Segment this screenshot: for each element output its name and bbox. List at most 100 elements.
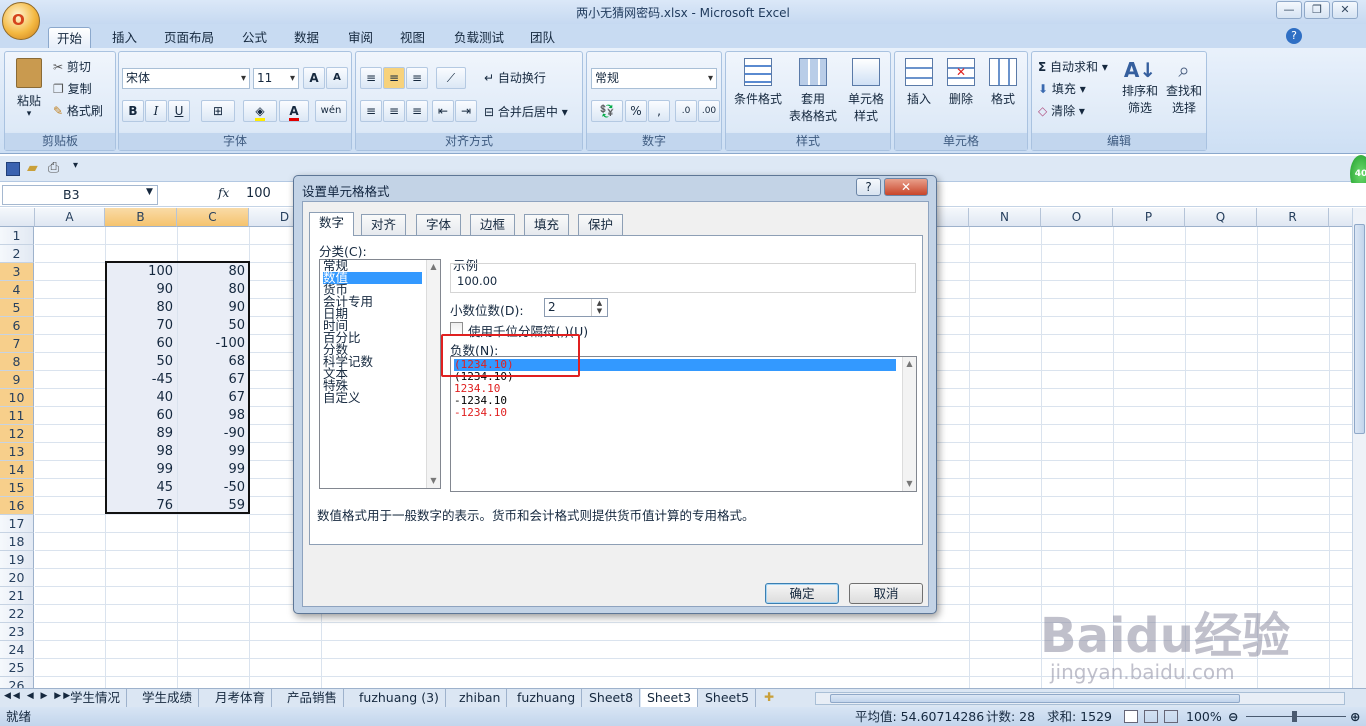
row-header-4[interactable]: 4 [0,281,34,299]
scroll-down-icon[interactable]: ▼ [903,477,916,491]
select-all-corner[interactable] [0,208,35,227]
align-left-icon[interactable]: ≡ [360,100,382,122]
delete-cells-button[interactable]: ✕ 删除 [941,58,981,107]
print-icon[interactable]: ⎙ [48,160,59,176]
zoom-slider-handle[interactable] [1292,711,1297,722]
tab-team[interactable]: 团队 [522,27,563,48]
negative-option[interactable]: -1234.10 [454,407,507,419]
row-header-16[interactable]: 16 [0,497,34,515]
percent-button[interactable]: % [625,100,647,122]
category-scrollbar[interactable]: ▲ ▼ [426,260,440,488]
font-color-button[interactable]: A [279,100,309,122]
increase-decimal-icon[interactable]: .0 [675,100,697,122]
merge-center-button[interactable]: ⊟ 合并后居中 ▾ [484,103,568,120]
zoom-in-icon[interactable]: ⊕ [1350,707,1360,726]
category-list[interactable]: 常规 数值 货币 会计专用 日期 时间 百分比 分数 科学记数 文本 特殊 自定… [319,259,441,489]
tab-formulas[interactable]: 公式 [234,27,275,48]
align-top-icon[interactable]: ≡ [360,67,382,89]
tab-page-layout[interactable]: 页面布局 [156,27,222,48]
row-header-20[interactable]: 20 [0,569,34,587]
clear-button[interactable]: ◇ 清除 ▾ [1038,102,1085,119]
sheet-tab-active[interactable]: Sheet3 [641,689,699,707]
dialog-tab-number[interactable]: 数字 [309,212,355,236]
row-header-15[interactable]: 15 [0,479,34,497]
tab-view[interactable]: 视图 [392,27,433,48]
format-painter-button[interactable]: ✎ 格式刷 [53,102,103,119]
row-header-23[interactable]: 23 [0,623,34,641]
zoom-level[interactable]: 100% [1186,707,1222,726]
row-header-3[interactable]: 3 [0,263,34,281]
tab-insert[interactable]: 插入 [104,27,145,48]
sheet-tab[interactable]: fuzhuang [511,689,583,707]
cut-button[interactable]: ✂ 剪切 [53,58,91,75]
horizontal-scrollbar-thumb[interactable] [830,694,1240,703]
row-header-11[interactable]: 11 [0,407,34,425]
dialog-tab-border[interactable]: 边框 [470,214,516,235]
wrap-text-button[interactable]: ↵ 自动换行 [484,69,546,86]
format-as-table-button[interactable]: 套用 表格格式 [788,58,838,124]
close-button[interactable]: ✕ [1332,1,1358,19]
dialog-tab-alignment[interactable]: 对齐 [361,214,407,235]
formula-input[interactable]: 100 [246,186,271,201]
decimal-places-value[interactable]: 2 [548,300,556,314]
phonetic-button[interactable]: wén [315,100,347,122]
column-header-b[interactable]: B [105,208,177,227]
dialog-tab-protection[interactable]: 保护 [578,214,624,235]
decimal-places-spinner[interactable]: 2 ▲ ▼ [544,298,608,317]
border-button[interactable]: ⊞ [201,100,235,122]
align-right-icon[interactable]: ≡ [406,100,428,122]
column-header-c[interactable]: C [177,208,249,227]
insert-cells-button[interactable]: 插入 [899,58,939,107]
zoom-out-icon[interactable]: ⊖ [1228,707,1238,726]
scroll-down-icon[interactable]: ▼ [427,474,440,488]
font-family-select[interactable]: 宋体 [122,68,250,89]
format-cells-button[interactable]: 格式 [983,58,1023,107]
sort-filter-button[interactable]: A↓ 排序和 筛选 [1120,58,1160,116]
align-middle-icon[interactable]: ≡ [383,67,405,89]
row-header-14[interactable]: 14 [0,461,34,479]
row-header-9[interactable]: 9 [0,371,34,389]
row-header-1[interactable]: 1 [0,227,34,245]
autosum-button[interactable]: Σ 自动求和 ▾ [1038,58,1108,75]
align-bottom-icon[interactable]: ≡ [406,67,428,89]
sheet-tab[interactable]: 学生成绩 [136,689,200,707]
open-folder-icon[interactable]: ▰ [27,160,38,176]
name-box[interactable]: B3 [2,185,158,205]
italic-button[interactable]: I [145,100,167,122]
normal-view-icon[interactable] [1124,710,1138,723]
row-header-24[interactable]: 24 [0,641,34,659]
sheet-tab[interactable]: 产品销售 [281,689,345,707]
insert-sheet-icon[interactable]: ✚ [764,690,774,704]
font-size-select[interactable]: 11 [253,68,299,89]
bold-button[interactable]: B [122,100,144,122]
underline-button[interactable]: U [168,100,190,122]
tab-data[interactable]: 数据 [286,27,327,48]
save-icon[interactable] [6,162,20,176]
row-header-10[interactable]: 10 [0,389,34,407]
row-header-25[interactable]: 25 [0,659,34,677]
dialog-tab-font[interactable]: 字体 [416,214,462,235]
name-box-dropdown-icon[interactable]: ▼ [146,187,153,197]
page-layout-view-icon[interactable] [1144,710,1158,723]
sheet-tab[interactable]: fuzhuang (3) [353,689,446,707]
dialog-help-button[interactable]: ? [856,178,881,196]
tab-load-test[interactable]: 负载测试 [446,27,512,48]
grow-font-button[interactable]: A [303,67,325,89]
conditional-format-button[interactable]: 条件格式 [730,58,786,107]
column-header-r[interactable]: R [1257,208,1329,227]
paste-button[interactable]: 粘贴 ▾ [11,56,47,126]
minimize-button[interactable]: — [1276,1,1302,19]
sheet-tab[interactable]: zhiban [453,689,508,707]
page-break-view-icon[interactable] [1164,710,1178,723]
dialog-tab-fill[interactable]: 填充 [524,214,570,235]
column-header-q[interactable]: Q [1185,208,1257,227]
negative-list-scrollbar[interactable]: ▲ ▼ [902,357,916,491]
decrease-indent-icon[interactable]: ⇤ [432,100,454,122]
customize-qat-icon[interactable]: ▾ [73,160,78,171]
row-header-6[interactable]: 6 [0,317,34,335]
row-header-2[interactable]: 2 [0,245,34,263]
sheet-nav-arrows-icon[interactable]: ◀◀ ◀ ▶ ▶▶ [4,691,72,701]
sheet-tab[interactable]: Sheet8 [583,689,641,707]
sheet-tab[interactable]: 学生情况 [64,689,128,707]
fill-color-button[interactable]: ◈ [243,100,277,122]
